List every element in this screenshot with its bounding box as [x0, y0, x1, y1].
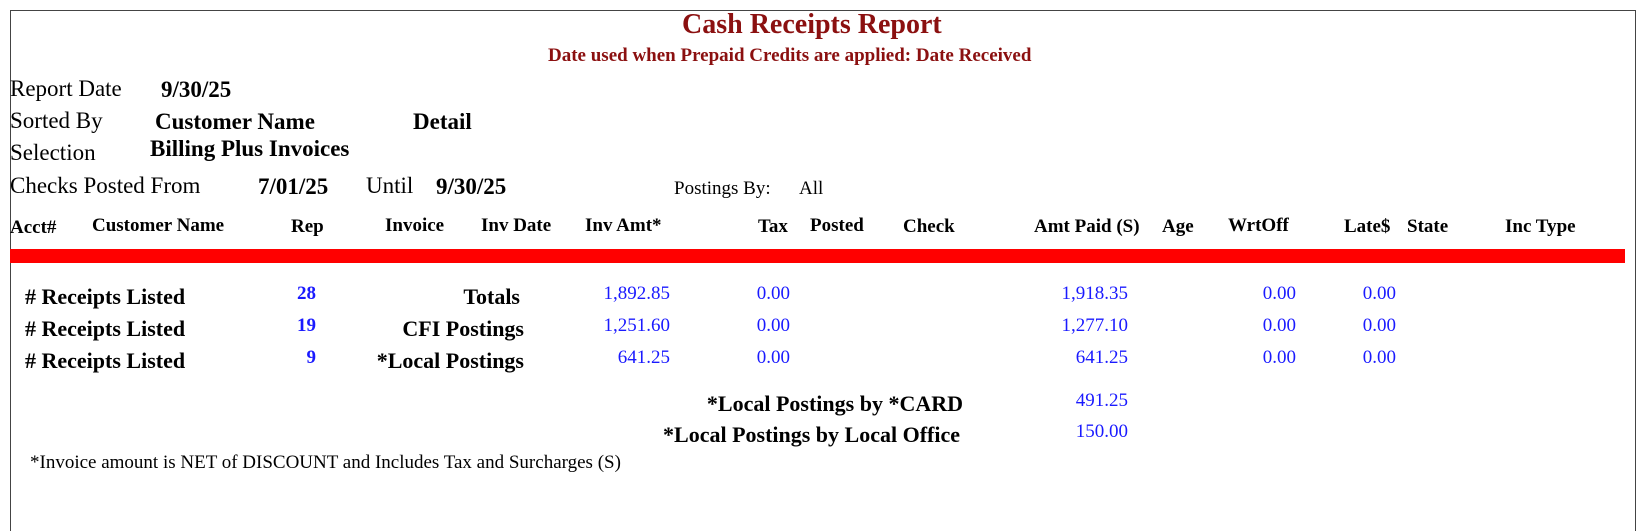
until-label: Until	[366, 173, 414, 198]
inv-amt-value: 1,892.85	[603, 283, 671, 304]
wrtoff-value: 0.00	[1262, 347, 1296, 368]
receipts-listed-label: # Receipts Listed	[25, 316, 186, 341]
col-late: Late$	[1344, 216, 1391, 237]
late-value: 0.00	[1362, 315, 1396, 336]
col-state: State	[1407, 216, 1449, 237]
receipts-count: 9	[306, 347, 317, 368]
col-rep: Rep	[291, 216, 324, 237]
header-divider-bar	[10, 249, 1625, 263]
col-inc-type: Inc Type	[1505, 216, 1576, 237]
selection-label: Selection	[10, 140, 96, 165]
sorted-detail-value: Detail	[413, 109, 472, 134]
report-date-label: Report Date	[10, 76, 122, 101]
tax-value: 0.00	[756, 315, 790, 336]
local-office-label: *Local Postings by Local Office	[663, 422, 960, 447]
col-inv-date: Inv Date	[481, 215, 552, 236]
sorted-by-label: Sorted By	[10, 108, 103, 133]
checks-until-value: 9/30/25	[436, 174, 507, 199]
col-invoice: Invoice	[385, 215, 445, 236]
late-value: 0.00	[1362, 347, 1396, 368]
inv-amt-value: 1,251.60	[603, 315, 671, 336]
inv-amt-value: 641.25	[617, 347, 670, 368]
report-date-value: 9/30/25	[161, 77, 232, 102]
postings-by-value: All	[799, 178, 824, 199]
summary-row-name: *Local Postings	[376, 348, 524, 373]
sorted-by-value: Customer Name	[155, 109, 315, 134]
postings-by-label: Postings By:	[674, 178, 771, 199]
selection-value: Billing Plus Invoices	[150, 136, 350, 161]
local-card-value: 491.25	[1075, 390, 1128, 411]
local-card-label: *Local Postings by *CARD	[706, 391, 963, 416]
amt-paid-value: 1,918.35	[1061, 283, 1129, 304]
receipts-listed-label: # Receipts Listed	[25, 284, 186, 309]
tax-value: 0.00	[756, 347, 790, 368]
col-acct: Acct#	[10, 217, 57, 238]
wrtoff-value: 0.00	[1262, 283, 1296, 304]
checks-from-value: 7/01/25	[258, 174, 329, 199]
report-title: Cash Receipts Report	[682, 9, 942, 40]
late-value: 0.00	[1362, 283, 1396, 304]
amt-paid-value: 641.25	[1075, 347, 1128, 368]
amt-paid-value: 1,277.10	[1061, 315, 1129, 336]
tax-value: 0.00	[756, 283, 790, 304]
summary-row-name: CFI Postings	[402, 316, 524, 341]
receipts-count: 19	[297, 315, 316, 336]
local-office-value: 150.00	[1075, 421, 1128, 442]
col-customer-name: Customer Name	[92, 215, 225, 236]
col-inv-amt: Inv Amt*	[585, 215, 662, 236]
col-posted: Posted	[810, 215, 864, 236]
summary-row-name: Totals	[463, 284, 520, 309]
report-subtitle: Date used when Prepaid Credits are appli…	[548, 45, 1032, 66]
col-amt-paid: Amt Paid (S)	[1034, 216, 1140, 237]
wrtoff-value: 0.00	[1262, 315, 1296, 336]
checks-posted-label: Checks Posted From	[10, 173, 201, 198]
footnote: *Invoice amount is NET of DISCOUNT and I…	[30, 452, 621, 473]
col-age: Age	[1162, 216, 1194, 237]
col-tax: Tax	[758, 216, 788, 237]
receipts-listed-label: # Receipts Listed	[25, 348, 186, 373]
receipts-count: 28	[297, 283, 316, 304]
col-check: Check	[903, 216, 955, 237]
col-wrtoff: WrtOff	[1228, 215, 1289, 236]
